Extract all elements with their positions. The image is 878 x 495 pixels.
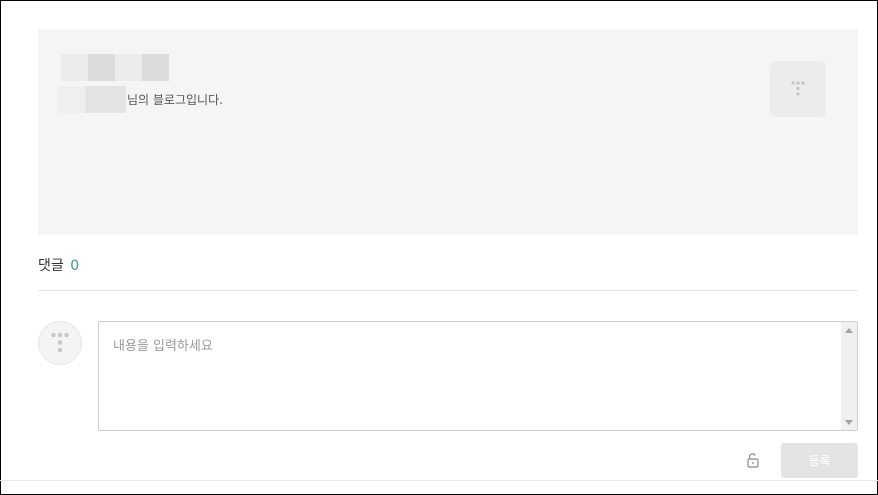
bottom-divider	[0, 480, 878, 481]
divider	[38, 290, 858, 291]
comment-input[interactable]	[99, 322, 840, 430]
submit-button[interactable]: 등록	[781, 443, 858, 478]
lock-icon	[747, 453, 759, 468]
arrow-up-icon	[845, 327, 853, 333]
redacted-blog-name	[61, 54, 169, 81]
comment-input-scrollbar[interactable]	[841, 322, 857, 430]
tistory-logo-icon[interactable]	[770, 61, 826, 117]
secret-comment-toggle[interactable]	[743, 450, 763, 470]
comment-input-box	[98, 321, 858, 431]
arrow-down-icon	[845, 419, 853, 425]
comment-count: 0	[70, 258, 80, 274]
blog-description: 님의 블로그입니다.	[127, 93, 223, 107]
scroll-up-button[interactable]	[841, 322, 857, 338]
tistory-avatar-icon	[38, 321, 82, 365]
blog-profile-card: 님의 블로그입니다.	[38, 29, 858, 235]
redacted-blog-owner	[58, 86, 126, 113]
comment-header: 댓글 0	[38, 256, 79, 276]
comment-title: 댓글	[38, 258, 64, 274]
scroll-down-button[interactable]	[841, 414, 857, 430]
